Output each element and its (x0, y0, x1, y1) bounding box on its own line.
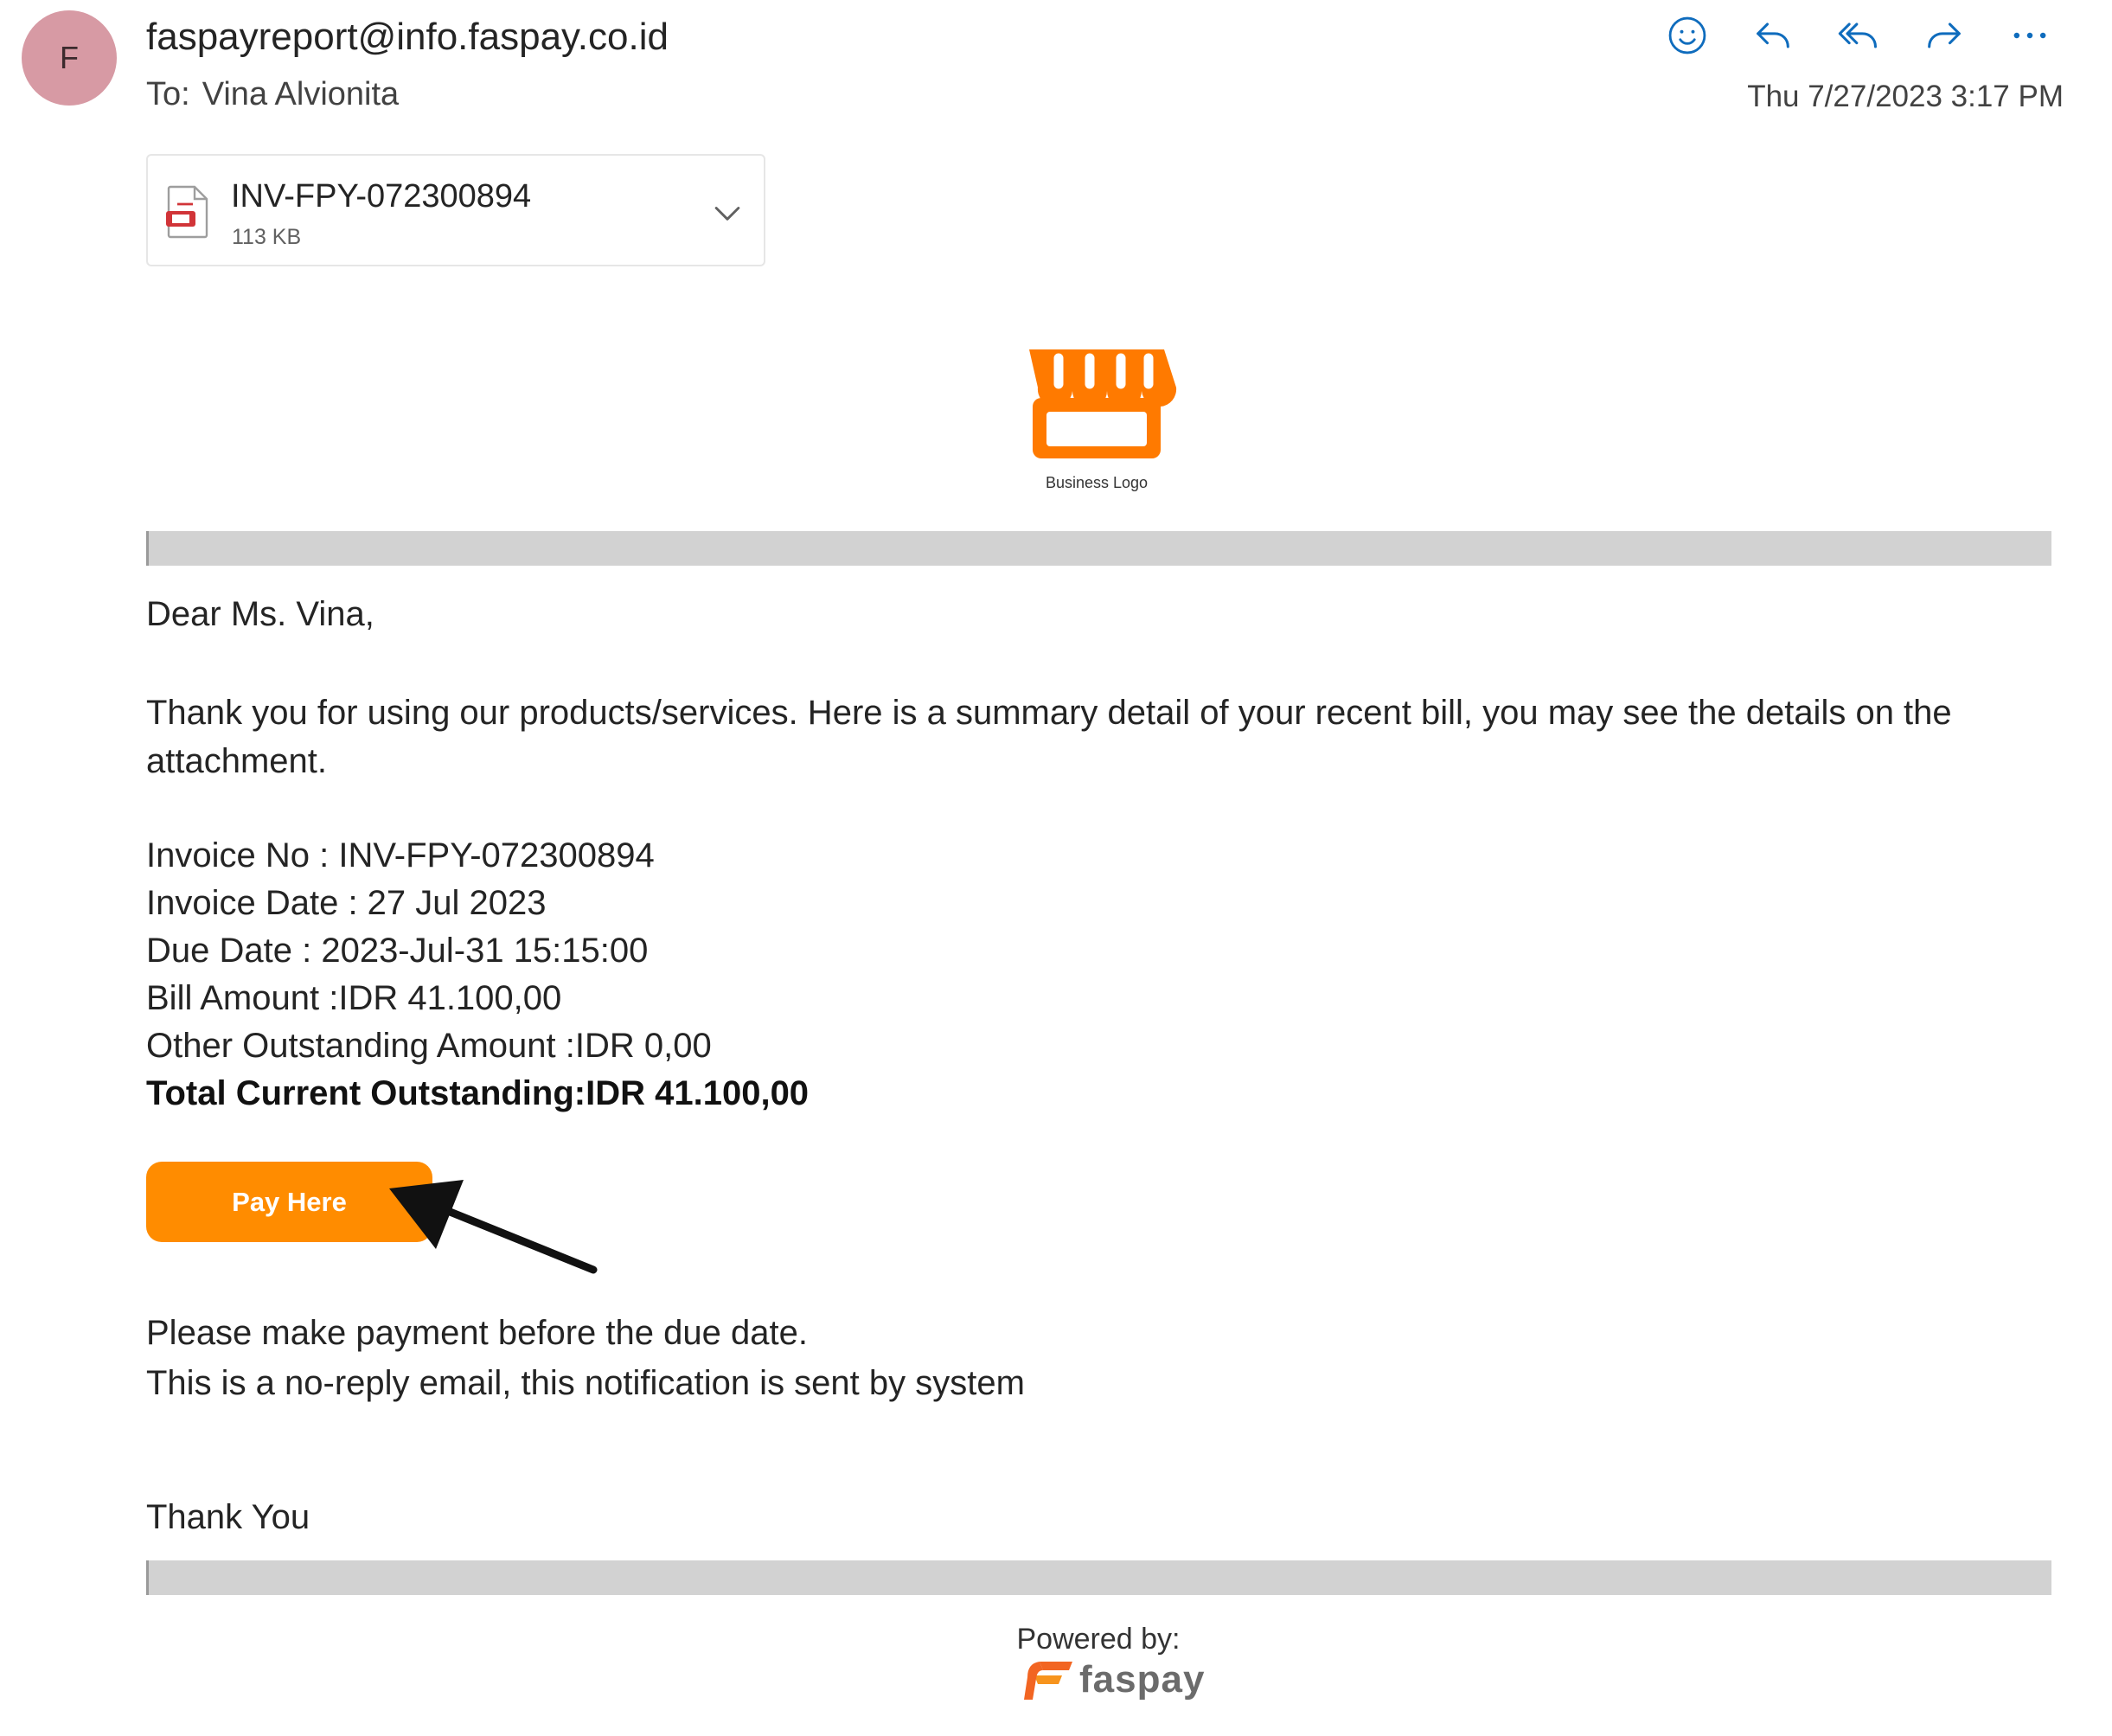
attachment-size: 113 KB (232, 225, 302, 249)
attachment-filename: INV-FPY-072300894 (231, 178, 532, 215)
attachment-card[interactable]: INV-FPY-072300894 113 KB (146, 154, 765, 266)
powered-by-label: Powered by: (1016, 1623, 1181, 1656)
to-label: To: (146, 76, 190, 112)
total-current-outstanding: Total Current Outstanding:IDR 41.100,00 (146, 1074, 810, 1112)
payment-reminder: Please make payment before the due date. (146, 1314, 808, 1352)
reply-all-icon (1838, 22, 1877, 48)
invoice-date: Invoice Date : 27 Jul 2023 (146, 884, 547, 922)
faspay-brand-name: faspay (1079, 1658, 1206, 1701)
more-actions-button[interactable] (1987, 7, 2072, 64)
sender-address[interactable]: faspayreport@info.faspay.co.id (146, 16, 669, 59)
forward-icon (1927, 22, 1961, 48)
business-logo-caption: Business Logo (1045, 474, 1149, 491)
invoice-number: Invoice No : INV-FPY-072300894 (146, 836, 655, 874)
bill-amount: Bill Amount :IDR 41.100,00 (146, 979, 562, 1017)
more-icon (2013, 32, 2045, 39)
payment-notes: Please make payment before the due date.… (146, 1308, 1025, 1408)
recipient-name[interactable]: Vina Alvionita (202, 76, 399, 112)
closing-line: Thank You (146, 1498, 310, 1536)
received-datetime: Thu 7/27/2023 3:17 PM (1747, 80, 2064, 113)
pointer-arrow-annotation (389, 1180, 598, 1274)
recipient-line: To: Vina Alvionita (146, 76, 399, 113)
reply-button[interactable] (1730, 7, 1815, 64)
intro-paragraph: Thank you for using our products/service… (146, 694, 1952, 780)
greeting: Dear Ms. Vina, (146, 595, 374, 633)
pdf-file-icon (166, 185, 208, 239)
no-reply-notice: This is a no-reply email, this notificat… (146, 1364, 1025, 1402)
business-logo-storefront-icon (1029, 349, 1177, 458)
smiley-icon (1668, 16, 1706, 54)
header-divider-bar (146, 531, 2051, 566)
message-actions (1644, 7, 2072, 64)
faspay-brand-logo: faspay (1022, 1654, 1205, 1706)
invoice-summary: Invoice No : INV-FPY-072300894 Invoice D… (146, 832, 809, 1118)
reply-all-button[interactable] (1815, 7, 1901, 64)
react-button[interactable] (1644, 7, 1730, 64)
other-outstanding-amount: Other Outstanding Amount :IDR 0,00 (146, 1027, 712, 1065)
faspay-logo-icon (1024, 1662, 1072, 1700)
forward-button[interactable] (1901, 7, 1987, 64)
footer-divider-bar (146, 1560, 2051, 1595)
sender-avatar[interactable]: F (22, 10, 117, 106)
chevron-down-icon[interactable] (708, 194, 746, 232)
reply-icon (1756, 22, 1789, 48)
due-date: Due Date : 2023-Jul-31 15:15:00 (146, 932, 649, 970)
